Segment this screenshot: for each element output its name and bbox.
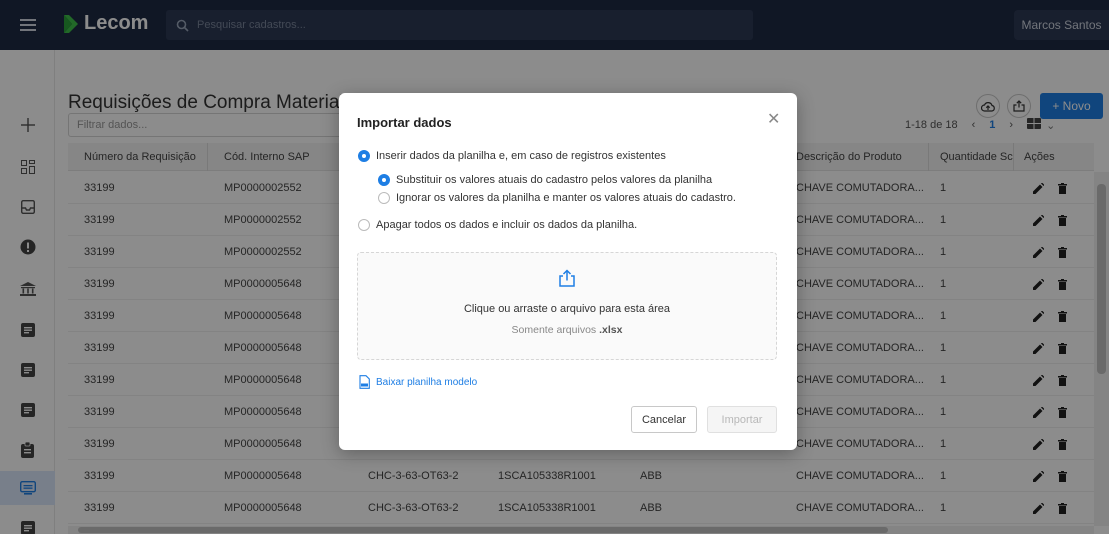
option-delete-label: Apagar todos os dados e incluir os dados… — [376, 219, 638, 231]
sub-option-ignore-label: Ignorar os valores da planilha e manter … — [396, 192, 736, 204]
download-template-label: Baixar planilha modelo — [376, 376, 478, 388]
option-insert-label: Inserir dados da planilha e, em caso de … — [376, 150, 666, 162]
import-dialog: Importar dados ✕ Inserir dados da planil… — [339, 93, 797, 450]
radio-selected[interactable] — [378, 174, 390, 186]
file-dropzone[interactable]: Clique ou arraste o arquivo para esta ár… — [357, 252, 777, 360]
radio-unselected[interactable] — [358, 219, 370, 231]
cancel-button[interactable]: Cancelar — [631, 406, 697, 433]
dropzone-hint: Somente arquivos .xlsx — [511, 324, 623, 336]
radio-unselected[interactable] — [378, 192, 390, 204]
sub-option-ignore[interactable]: Ignorar os valores da planilha e manter … — [378, 192, 736, 204]
xlsx-file-icon — [359, 375, 370, 389]
option-insert[interactable]: Inserir dados da planilha e, em caso de … — [358, 150, 666, 162]
import-button[interactable]: Importar — [707, 406, 777, 433]
download-template-link[interactable]: Baixar planilha modelo — [359, 375, 477, 389]
radio-selected[interactable] — [358, 150, 370, 162]
option-delete[interactable]: Apagar todos os dados e incluir os dados… — [358, 219, 637, 231]
sub-option-replace[interactable]: Substituir os valores atuais do cadastro… — [378, 174, 712, 186]
close-icon[interactable]: ✕ — [767, 109, 780, 129]
dropzone-text: Clique ou arraste o arquivo para esta ár… — [463, 303, 671, 315]
upload-icon — [559, 269, 575, 287]
sub-option-replace-label: Substituir os valores atuais do cadastro… — [396, 174, 713, 186]
dialog-title: Importar dados — [357, 115, 452, 130]
